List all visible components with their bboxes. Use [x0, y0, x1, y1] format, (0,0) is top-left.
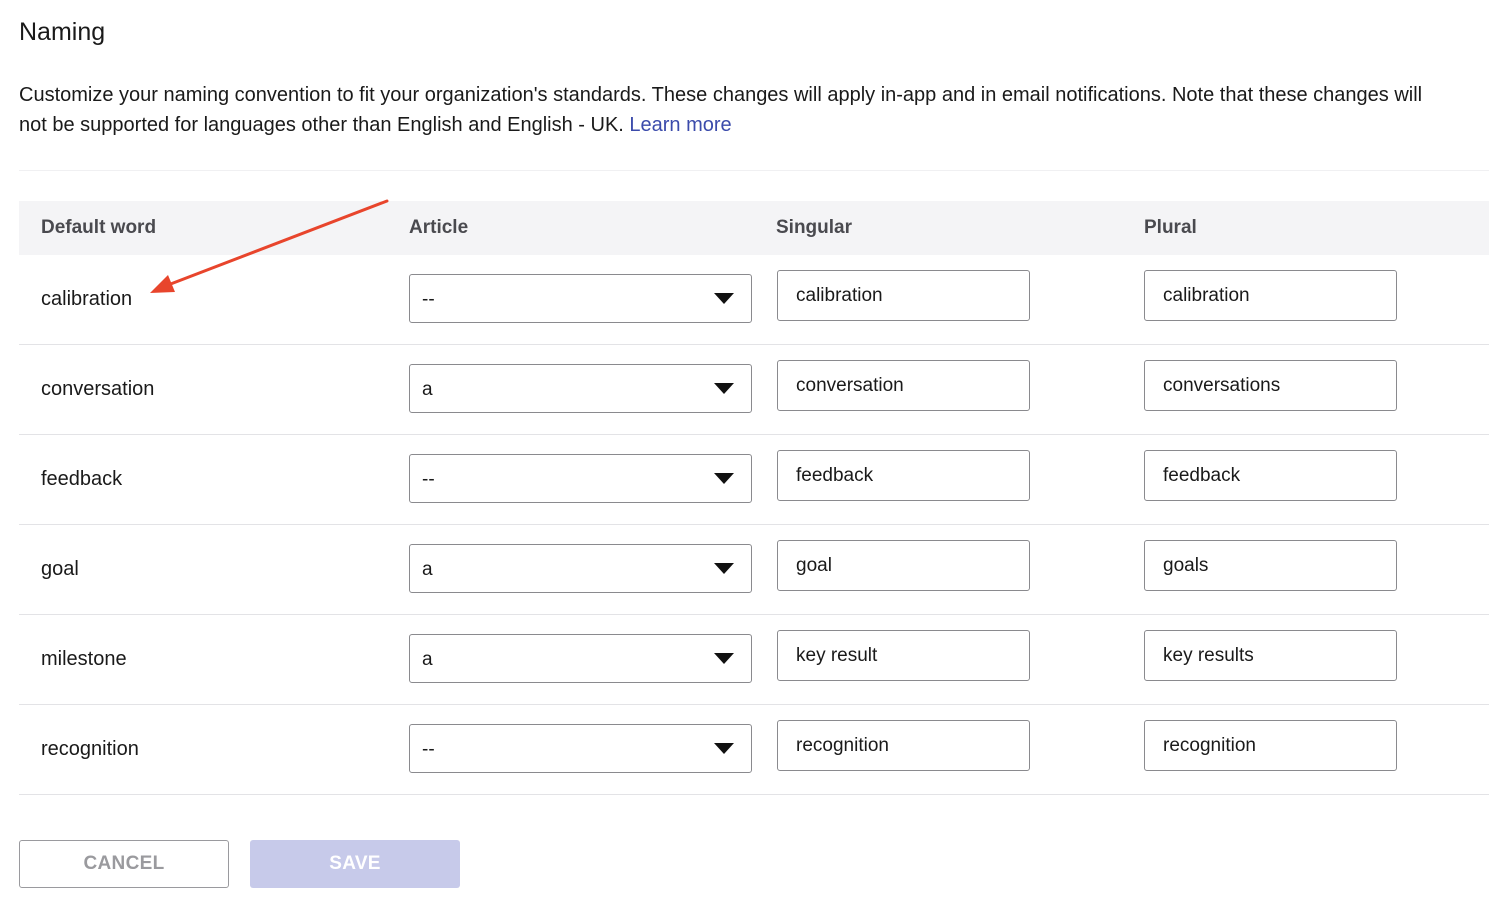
singular-input[interactable]	[777, 630, 1030, 681]
page-title: Naming	[19, 18, 106, 46]
table-row: calibration --	[19, 255, 1489, 345]
description: Customize your naming convention to fit …	[19, 80, 1439, 140]
article-value: a	[422, 379, 433, 400]
table-row: recognition --	[19, 705, 1489, 795]
table-row: goal a	[19, 525, 1489, 615]
article-select[interactable]: a	[409, 544, 752, 593]
article-value: a	[422, 559, 433, 580]
column-header-plural: Plural	[1144, 217, 1197, 238]
plural-input[interactable]	[1144, 360, 1397, 411]
singular-input[interactable]	[777, 360, 1030, 411]
plural-input[interactable]	[1144, 540, 1397, 591]
column-header-article: Article	[409, 217, 469, 238]
column-header-default-word: Default word	[41, 217, 157, 238]
article-value: --	[422, 739, 435, 760]
caret-down-icon	[714, 293, 734, 304]
singular-input[interactable]	[777, 720, 1030, 771]
default-word: feedback	[41, 468, 123, 490]
article-value: --	[422, 469, 435, 490]
default-word: calibration	[41, 288, 133, 310]
singular-input[interactable]	[777, 540, 1030, 591]
top-divider	[19, 170, 1489, 171]
article-value: a	[422, 649, 433, 670]
plural-input[interactable]	[1144, 720, 1397, 771]
article-select[interactable]: --	[409, 274, 752, 323]
cancel-button[interactable]: CANCEL	[19, 840, 229, 888]
caret-down-icon	[714, 563, 734, 574]
column-header-singular: Singular	[776, 217, 853, 238]
article-select[interactable]: --	[409, 454, 752, 503]
save-button[interactable]: SAVE	[250, 840, 460, 888]
default-word: conversation	[41, 378, 155, 400]
caret-down-icon	[714, 743, 734, 754]
caret-down-icon	[714, 473, 734, 484]
plural-input[interactable]	[1144, 450, 1397, 501]
singular-input[interactable]	[777, 450, 1030, 501]
default-word: recognition	[41, 738, 139, 760]
caret-down-icon	[714, 383, 734, 394]
singular-input[interactable]	[777, 270, 1030, 321]
default-word: goal	[41, 558, 79, 580]
table-row: feedback --	[19, 435, 1489, 525]
article-select[interactable]: a	[409, 364, 752, 413]
plural-input[interactable]	[1144, 270, 1397, 321]
table-row: milestone a	[19, 615, 1489, 705]
table-header: Default word Article Singular Plural	[19, 201, 1489, 255]
caret-down-icon	[714, 653, 734, 664]
article-select[interactable]: --	[409, 724, 752, 773]
naming-table: Default word Article Singular Plural cal…	[19, 201, 1489, 795]
article-select[interactable]: a	[409, 634, 752, 683]
table-row: conversation a	[19, 345, 1489, 435]
plural-input[interactable]	[1144, 630, 1397, 681]
article-value: --	[422, 289, 435, 310]
learn-more-link[interactable]: Learn more	[629, 114, 731, 136]
default-word: milestone	[41, 648, 127, 670]
